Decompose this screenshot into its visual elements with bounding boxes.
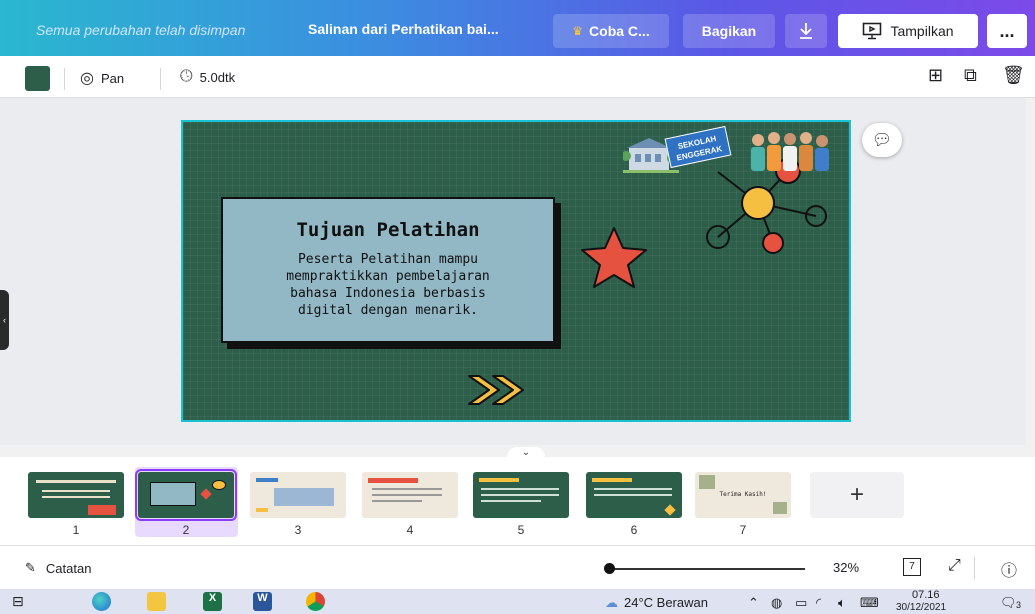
page-thumbnail-2[interactable] <box>135 469 237 521</box>
input-icon[interactable]: ⌨ <box>860 595 879 611</box>
people-illustration <box>751 132 829 171</box>
notes-button[interactable]: ✎ Catatan <box>25 560 91 576</box>
bottom-bar: ✎ Catatan 32% 7 ⤢ ⓘ <box>0 545 1035 589</box>
present-icon <box>863 22 882 40</box>
crown-icon: ♛ <box>572 24 584 38</box>
present-label: Tampilkan <box>890 23 954 39</box>
page-thumbnail-7[interactable]: Terima Kasih! <box>695 472 791 518</box>
toolbar-divider <box>160 68 161 90</box>
notes-label: Catatan <box>45 560 92 576</box>
word-icon[interactable]: W <box>253 592 272 611</box>
page-thumbnail-1[interactable] <box>28 472 124 518</box>
page-thumbnail-6[interactable] <box>586 472 682 518</box>
page-number: 7 <box>739 523 747 537</box>
file-explorer-icon[interactable] <box>147 592 166 611</box>
page-thumbnail-4[interactable] <box>362 472 458 518</box>
volume-icon[interactable]: 🔈︎ <box>838 595 846 611</box>
page-number: 1 <box>72 523 80 537</box>
clock-icon: 🕓︎ <box>180 68 193 85</box>
save-status: Semua perubahan telah disimpan <box>36 22 246 38</box>
slide-canvas[interactable]: Tujuan Pelatihan Peserta Pelatihan mampu… <box>181 120 851 422</box>
slide-body: Peserta Pelatihan mampu mempraktikkan pe… <box>223 251 553 319</box>
animation-label: Pan <box>100 70 125 86</box>
share-button[interactable]: Bagikan <box>683 14 775 48</box>
animation-button[interactable]: ◎ Pan <box>80 68 124 88</box>
zoom-level[interactable]: 32% <box>833 560 859 575</box>
page-number: 6 <box>630 523 638 537</box>
page-number: 4 <box>406 523 414 537</box>
add-page-button[interactable]: + <box>810 472 904 518</box>
help-icon[interactable]: ⓘ <box>1001 557 1017 581</box>
notification-icon[interactable]: 🗨︎ <box>1000 595 1017 611</box>
page-number: 5 <box>517 523 525 537</box>
task-view-icon[interactable]: ⊟ <box>12 593 24 610</box>
clock-time[interactable]: 07.16 <box>912 589 940 601</box>
fullscreen-icon[interactable]: ⤢ <box>948 557 961 575</box>
tray-chevron-icon[interactable]: ⌃ <box>748 595 759 611</box>
page-number: 3 <box>294 523 302 537</box>
vertical-scrollbar[interactable] <box>1026 98 1035 445</box>
excel-icon[interactable]: X <box>203 592 222 611</box>
body-line: bahasa Indonesia berbasis <box>290 286 486 301</box>
toolbar-divider <box>64 68 65 90</box>
weather-text[interactable]: 24°C Berawan <box>624 595 708 610</box>
color-swatch[interactable] <box>25 66 50 91</box>
next-chevrons-graphic[interactable] <box>465 372 531 408</box>
page-thumbnail-3[interactable] <box>250 472 346 518</box>
top-bar: Semua perubahan telah disimpan Salinan d… <box>0 0 1035 56</box>
body-line: mempraktikkan pembelajaran <box>286 269 490 284</box>
weather-icon: ☁ <box>605 595 618 610</box>
red-star-graphic[interactable] <box>578 224 650 290</box>
add-page-icon[interactable]: ⊞ <box>928 65 943 86</box>
windows-taskbar: ⊟ X W ☁ 24°C Berawan ⌃ ◍ ▭ ◜ 🔈︎ ⌨ 07.16 … <box>0 589 1035 614</box>
timing-label: 5.0dtk <box>199 69 236 85</box>
tray-app-icon[interactable]: ◍ <box>771 595 782 611</box>
page-thumbnail-5[interactable] <box>473 472 569 518</box>
animation-icon: ◎ <box>80 70 94 87</box>
zoom-slider[interactable] <box>610 568 805 570</box>
body-line: Peserta Pelatihan mampu <box>297 252 478 267</box>
network-graphic[interactable] <box>698 157 833 282</box>
clock-date[interactable]: 30/12/2021 <box>896 602 946 613</box>
zoom-slider-handle[interactable] <box>604 563 615 574</box>
slide-title: Tujuan Pelatihan <box>296 219 480 241</box>
try-pro-button[interactable]: ♛ Coba C... <box>553 14 669 48</box>
battery-icon[interactable]: ▭ <box>795 595 807 611</box>
thank-you-text: Terima Kasih! <box>719 491 767 498</box>
notes-icon: ✎ <box>25 560 36 575</box>
timing-button[interactable]: 🕓︎ 5.0dtk <box>180 68 235 86</box>
page-count-button[interactable]: 7 <box>903 558 921 576</box>
wifi-icon[interactable]: ◜ <box>816 595 821 611</box>
editor-toolbar: ◎ Pan 🕓︎ 5.0dtk ⊞ ⧉ 🗑︎ <box>0 56 1035 98</box>
page-thumbnails: 1 2 3 4 5 6 Terima Kasih! 7 + <box>0 457 1035 545</box>
trash-icon[interactable]: 🗑︎ <box>1002 65 1025 86</box>
comment-icon: 💬︎ <box>871 132 893 149</box>
try-pro-label: Coba C... <box>589 23 650 39</box>
objective-card[interactable]: Tujuan Pelatihan Peserta Pelatihan mampu… <box>221 197 555 343</box>
bottom-divider <box>974 557 975 579</box>
side-panel-toggle[interactable]: ‹ <box>0 290 9 350</box>
add-comment-button[interactable]: 💬︎ <box>862 123 902 157</box>
present-button[interactable]: Tampilkan <box>838 14 978 48</box>
download-icon <box>800 23 812 39</box>
document-title[interactable]: Salinan dari Perhatikan bai... <box>308 21 499 37</box>
duplicate-page-icon[interactable]: ⧉ <box>964 65 977 86</box>
chrome-icon[interactable] <box>306 592 325 611</box>
edge-icon[interactable] <box>92 592 111 611</box>
notification-count: 3 <box>1016 600 1022 610</box>
more-options-button[interactable]: ... <box>987 14 1027 48</box>
download-button[interactable] <box>785 14 827 48</box>
page-number: 2 <box>182 523 190 537</box>
body-line: digital dengan menarik. <box>297 303 478 318</box>
